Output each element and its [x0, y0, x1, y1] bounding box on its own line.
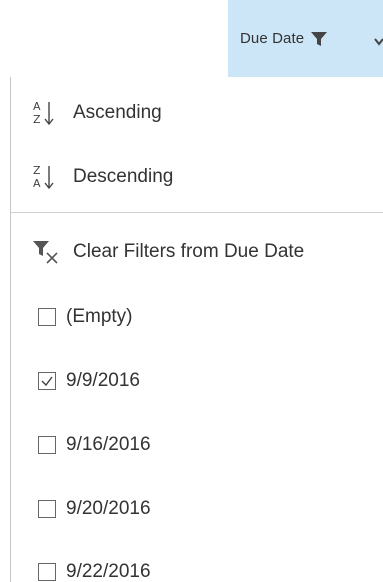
value-checkbox[interactable]	[38, 500, 56, 518]
filter-dropdown-page: Due Date A Z Ascending Z A Descending Cl…	[0, 0, 383, 582]
value-checkbox-checked[interactable]	[38, 372, 56, 390]
svg-text:A: A	[33, 100, 41, 113]
filter-value-item[interactable]: 9/20/2016	[11, 484, 383, 534]
chevron-down-icon[interactable]	[374, 38, 383, 46]
svg-text:Z: Z	[33, 164, 41, 177]
value-checkbox[interactable]	[38, 308, 56, 326]
sort-descending-icon: Z A	[33, 164, 54, 190]
filter-value-item[interactable]: 9/16/2016	[11, 420, 383, 470]
clear-filter-icon	[33, 241, 58, 264]
sort-descending-item[interactable]: Z A Descending	[11, 152, 383, 202]
value-label: (Empty)	[66, 306, 133, 327]
clear-filters-item[interactable]: Clear Filters from Due Date	[11, 227, 383, 277]
menu-divider	[11, 212, 383, 213]
checkmark-icon	[41, 376, 53, 387]
clear-filters-label: Clear Filters from Due Date	[73, 241, 305, 262]
sort-descending-label: Descending	[73, 166, 174, 187]
due-date-column-header[interactable]: Due Date	[228, 0, 383, 77]
value-label: 9/9/2016	[66, 370, 140, 391]
column-filter-menu: A Z Ascending Z A Descending Clear Filte…	[10, 77, 383, 582]
filter-value-item[interactable]: 9/22/2016	[11, 547, 383, 582]
sort-ascending-item[interactable]: A Z Ascending	[11, 88, 383, 138]
svg-text:A: A	[33, 177, 41, 190]
sort-ascending-icon: A Z	[33, 100, 54, 126]
sort-ascending-label: Ascending	[73, 102, 162, 123]
filter-value-item[interactable]: (Empty)	[11, 292, 383, 342]
column-header-label: Due Date	[240, 30, 305, 47]
value-checkbox[interactable]	[38, 563, 56, 581]
value-label: 9/16/2016	[66, 434, 151, 455]
value-label: 9/22/2016	[66, 561, 151, 582]
value-label: 9/20/2016	[66, 498, 151, 519]
filter-value-item[interactable]: 9/9/2016	[11, 356, 383, 406]
svg-text:Z: Z	[33, 113, 41, 126]
value-checkbox[interactable]	[38, 436, 56, 454]
filter-icon	[311, 31, 328, 46]
